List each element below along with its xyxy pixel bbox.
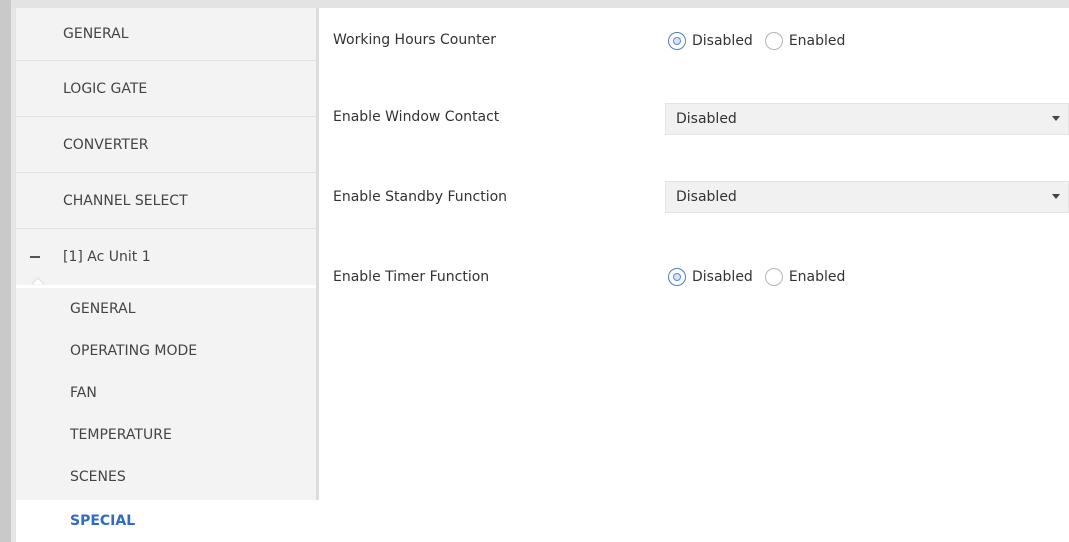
radio-selected-icon[interactable] [668,268,686,286]
sidebar-item-general[interactable]: GENERAL [16,8,316,61]
sidebar: GENERAL LOGIC GATE CONVERTER CHANNEL SEL… [16,8,319,542]
window-contact-label: Enable Window Contact [333,109,500,125]
window-contact-select[interactable]: Disabled [665,103,1069,135]
timer-disabled-radio[interactable]: Disabled [668,268,753,286]
radio-label: Enabled [788,269,846,285]
sidebar-item-label: CONVERTER [63,137,149,153]
sidebar-item-channel-select[interactable]: CHANNEL SELECT [16,173,316,229]
chevron-down-icon[interactable] [1052,116,1060,121]
select-value: Disabled [676,111,737,127]
minus-icon[interactable] [30,256,40,258]
working-hours-radio-group: Disabled Enabled [668,30,857,52]
radio-label: Disabled [692,269,753,285]
window-frame: GENERAL LOGIC GATE CONVERTER CHANNEL SEL… [0,0,1069,542]
settings-panel: Working Hours Counter Disabled Enabled E… [319,8,1069,542]
sidebar-subitem-label: FAN [70,385,97,401]
sidebar-subitem-fan[interactable]: FAN [16,372,316,414]
sidebar-subitem-label: OPERATING MODE [70,343,198,359]
sidebar-item-converter[interactable]: CONVERTER [16,117,316,173]
sidebar-item-label: GENERAL [63,26,129,42]
sidebar-item-label: [1] Ac Unit 1 [63,249,151,265]
window-left-border [0,0,11,542]
standby-select[interactable]: Disabled [665,181,1069,213]
radio-unselected-icon[interactable] [764,268,783,286]
sidebar-subitem-label: GENERAL [70,301,136,317]
sidebar-item-ac-unit-1[interactable]: [1] Ac Unit 1 [16,229,316,285]
sidebar-subitem-scenes[interactable]: SCENES [16,456,316,500]
window-top-border [0,0,1069,8]
standby-label: Enable Standby Function [333,189,508,205]
timer-enabled-radio[interactable]: Enabled [764,268,846,286]
select-value: Disabled [676,189,737,205]
radio-label: Enabled [788,33,846,49]
sidebar-subitem-label: TEMPERATURE [70,427,172,443]
radio-label: Disabled [692,33,753,49]
sidebar-subitem-operating-mode[interactable]: OPERATING MODE [16,330,316,372]
sidebar-item-label: LOGIC GATE [63,81,148,97]
sidebar-subitem-special[interactable]: SPECIAL [16,500,316,542]
working-hours-label: Working Hours Counter [333,32,496,48]
working-hours-disabled-radio[interactable]: Disabled [668,32,753,50]
timer-radio-group: Disabled Enabled [668,266,857,288]
chevron-down-icon[interactable] [1052,194,1060,199]
sidebar-subitem-general[interactable]: GENERAL [16,288,316,330]
radio-unselected-icon[interactable] [764,32,783,50]
sidebar-subitem-temperature[interactable]: TEMPERATURE [16,414,316,456]
timer-label: Enable Timer Function [333,269,490,285]
sidebar-item-logic-gate[interactable]: LOGIC GATE [16,61,316,117]
tree-connector-icon [31,277,45,285]
sidebar-subitem-label: SCENES [70,469,126,485]
radio-selected-icon[interactable] [668,32,686,50]
sidebar-subitem-label: SPECIAL [70,513,136,529]
sidebar-item-label: CHANNEL SELECT [63,193,188,209]
working-hours-enabled-radio[interactable]: Enabled [764,32,846,50]
